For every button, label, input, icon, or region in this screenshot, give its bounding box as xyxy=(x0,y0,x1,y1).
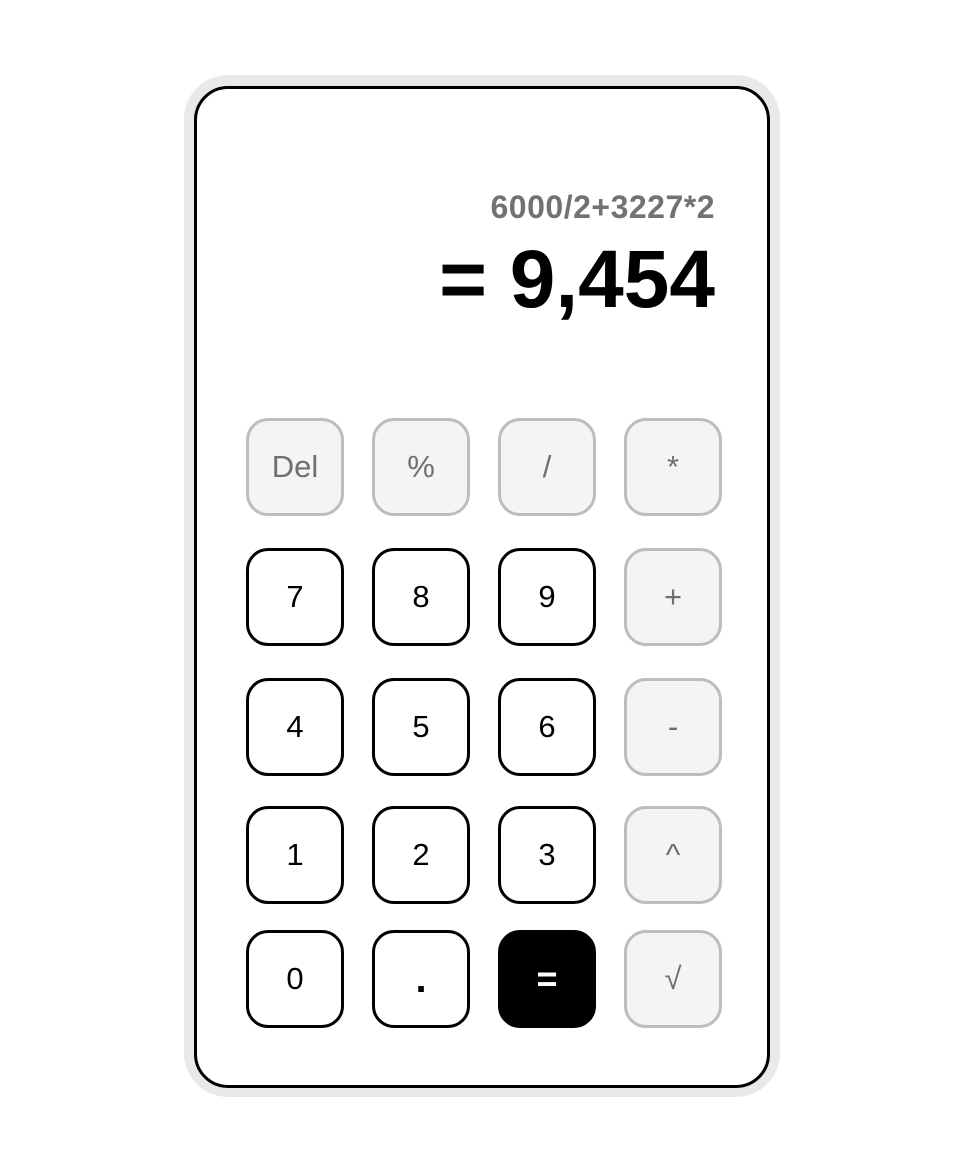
percent-button[interactable]: % xyxy=(372,418,470,516)
digit-1-button[interactable]: 1 xyxy=(246,806,344,904)
divide-button[interactable]: / xyxy=(498,418,596,516)
power-button[interactable]: ^ xyxy=(624,806,722,904)
minus-button[interactable]: - xyxy=(624,678,722,776)
digit-3-button[interactable]: 3 xyxy=(498,806,596,904)
plus-button[interactable]: + xyxy=(624,548,722,646)
digit-5-button[interactable]: 5 xyxy=(372,678,470,776)
digit-9-button[interactable]: 9 xyxy=(498,548,596,646)
digit-7-button[interactable]: 7 xyxy=(246,548,344,646)
multiply-button[interactable]: * xyxy=(624,418,722,516)
digit-4-button[interactable]: 4 xyxy=(246,678,344,776)
expression-display: 6000/2+3227*2 xyxy=(490,189,715,225)
digit-8-button[interactable]: 8 xyxy=(372,548,470,646)
calculator-panel: 6000/2+3227*2 = 9,454 Del % / * 7 8 9 + … xyxy=(194,86,770,1088)
digit-0-button[interactable]: 0 xyxy=(246,930,344,1028)
digit-2-button[interactable]: 2 xyxy=(372,806,470,904)
sqrt-button[interactable]: √ xyxy=(624,930,722,1028)
equals-button[interactable]: = xyxy=(498,930,596,1028)
result-display: = 9,454 xyxy=(439,234,715,325)
delete-button[interactable]: Del xyxy=(246,418,344,516)
decimal-button[interactable]: . xyxy=(372,930,470,1028)
digit-6-button[interactable]: 6 xyxy=(498,678,596,776)
